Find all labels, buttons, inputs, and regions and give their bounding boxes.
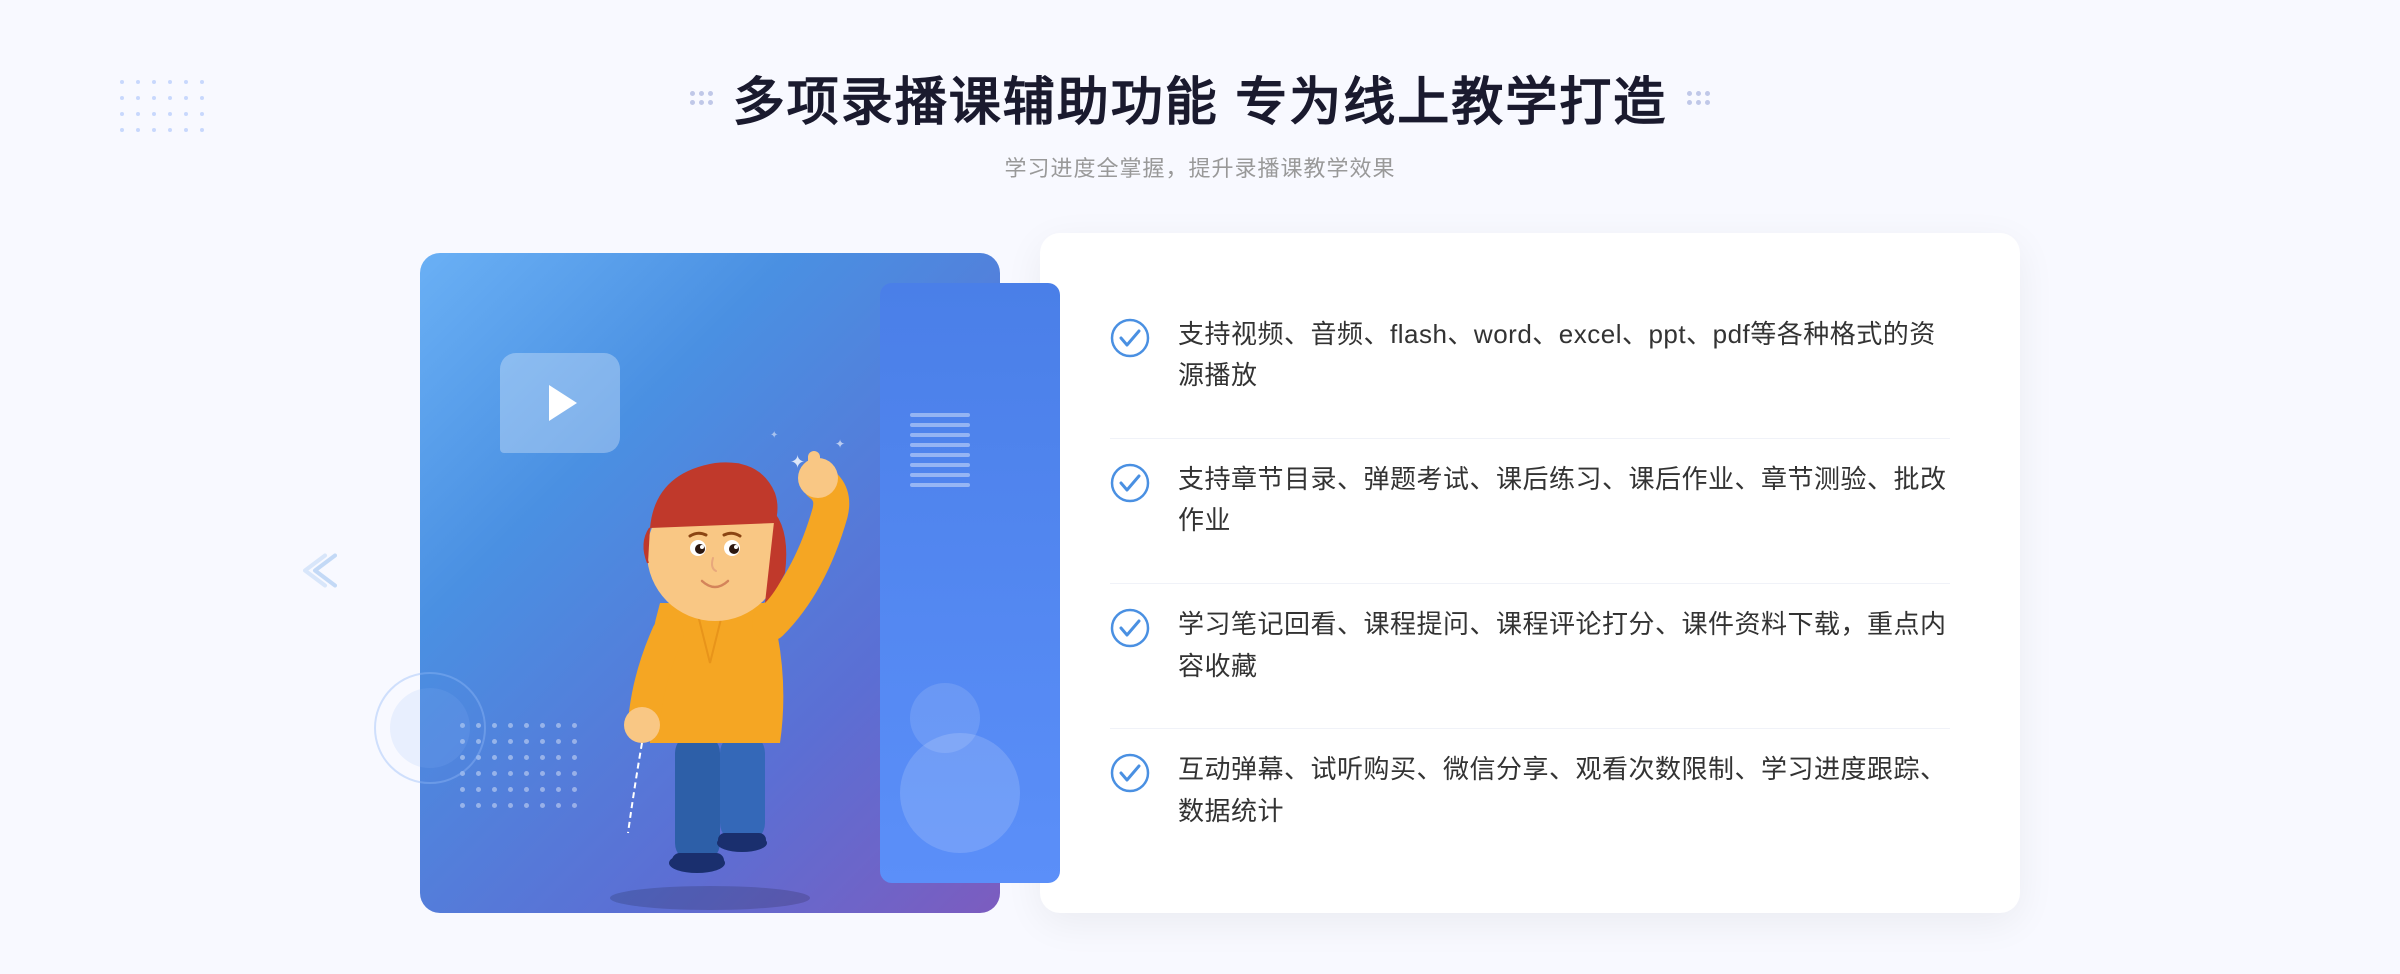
deco-circle-small: [910, 683, 980, 753]
svg-text:✦: ✦: [790, 452, 805, 472]
chevron-left-decoration: [300, 546, 350, 601]
main-title: 多项录播课辅助功能 专为线上教学打造: [733, 60, 1667, 135]
deco-circle-large: [900, 733, 1020, 853]
feature-item-4: 互动弹幕、试听购买、微信分享、观看次数限制、学习进度跟踪、数据统计: [1110, 728, 1950, 852]
title-decoration-left: [690, 91, 713, 105]
check-icon-3: [1110, 608, 1150, 648]
page-container: 多项录播课辅助功能 专为线上教学打造 学习进度全掌握，提升录播课教学效果: [0, 0, 2400, 974]
features-panel: 支持视频、音频、flash、word、excel、ppt、pdf等各种格式的资源…: [1040, 233, 2020, 913]
feature-text-3: 学习笔记回看、课程提问、课程评论打分、课件资料下载，重点内容收藏: [1178, 604, 1950, 687]
content-area: ✦ ✦ ✦: [380, 233, 2020, 913]
feature-text-2: 支持章节目录、弹题考试、课后练习、课后作业、章节测验、批改作业: [1178, 459, 1950, 542]
header-section: 多项录播课辅助功能 专为线上教学打造 学习进度全掌握，提升录播课教学效果: [690, 60, 1710, 183]
svg-text:✦: ✦: [770, 430, 778, 441]
check-icon-1: [1110, 318, 1150, 358]
title-decoration-right: [1687, 91, 1710, 105]
title-row: 多项录播课辅助功能 专为线上教学打造: [690, 60, 1710, 135]
stripe-decoration: [910, 413, 970, 513]
svg-text:✦: ✦: [835, 437, 845, 451]
main-subtitle: 学习进度全掌握，提升录播课教学效果: [690, 151, 1710, 183]
illustration-card: ✦ ✦ ✦: [420, 253, 1000, 913]
background-dots: [120, 80, 208, 136]
left-deco-circles: [370, 668, 490, 793]
feature-text-1: 支持视频、音频、flash、word、excel、ppt、pdf等各种格式的资源…: [1178, 314, 1950, 397]
person-illustration: ✦ ✦ ✦: [520, 353, 900, 913]
feature-text-4: 互动弹幕、试听购买、微信分享、观看次数限制、学习进度跟踪、数据统计: [1178, 749, 1950, 832]
feature-item-2: 支持章节目录、弹题考试、课后练习、课后作业、章节测验、批改作业: [1110, 438, 1950, 562]
left-image-section: ✦ ✦ ✦: [380, 233, 1020, 913]
feature-item-3: 学习笔记回看、课程提问、课程评论打分、课件资料下载，重点内容收藏: [1110, 583, 1950, 707]
feature-item-1: 支持视频、音频、flash、word、excel、ppt、pdf等各种格式的资源…: [1110, 294, 1950, 417]
check-icon-4: [1110, 753, 1150, 793]
check-icon-2: [1110, 463, 1150, 503]
